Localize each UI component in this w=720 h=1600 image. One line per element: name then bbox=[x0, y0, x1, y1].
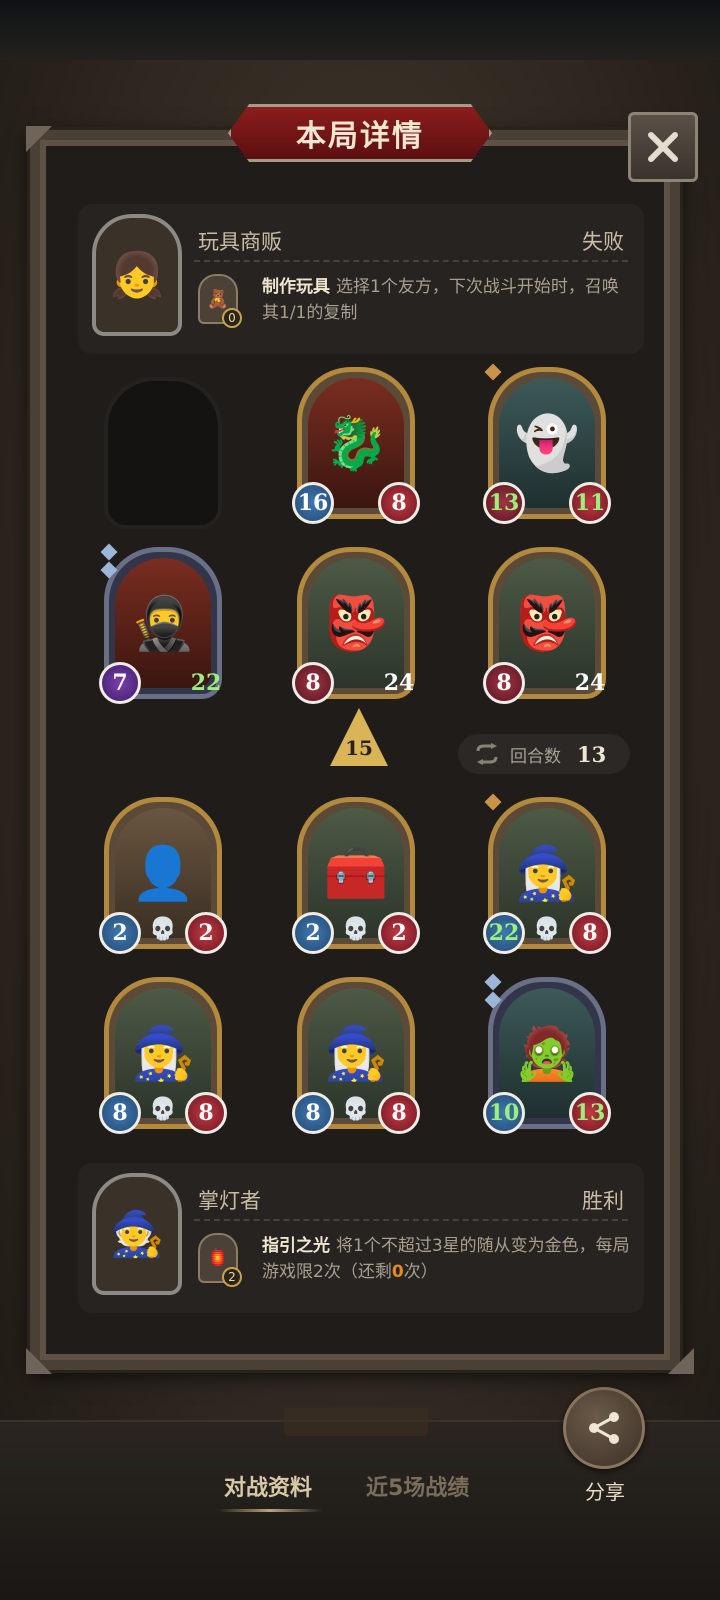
unit-health: 8 bbox=[378, 1092, 420, 1134]
unit-attack: 13 bbox=[483, 482, 525, 524]
player-result: 失败 bbox=[582, 230, 624, 254]
title-banner: 本局详情 bbox=[228, 104, 492, 162]
unit-card[interactable]: 🧙‍♀️ 22 💀 8 bbox=[483, 793, 611, 954]
unit-card[interactable]: 👻 13 11 bbox=[483, 363, 611, 524]
opponent-player-card: 👧 玩具商贩 失败 🧸 0 制作玩具 选择1个友方，下次战斗开始时，召唤其1/1的… bbox=[78, 204, 644, 354]
skill-description: 制作玩具 选择1个友方，下次战斗开始时，召唤其1/1的复制 bbox=[262, 274, 632, 326]
background-button bbox=[284, 1408, 428, 1436]
refresh-icon bbox=[476, 743, 498, 765]
lamplighter-avatar: 🧙 bbox=[92, 1173, 182, 1295]
self-player-card: 🧙 掌灯者 胜利 🏮 2 指引之光 将1个不超过3星的随从变为金色，每局游戏限2次… bbox=[78, 1163, 644, 1313]
unit-health: 24 bbox=[574, 670, 606, 696]
unit-attack: 8 bbox=[292, 662, 334, 704]
tab-recent-records[interactable]: 近5场战绩 bbox=[366, 1470, 469, 1502]
skill-description: 指引之光 将1个不超过3星的随从变为金色，每局游戏限2次（还剩0次） bbox=[262, 1233, 632, 1285]
skull-icon: 💀 bbox=[149, 1097, 177, 1122]
player-name: 玩具商贩 bbox=[198, 230, 282, 254]
share-button[interactable] bbox=[563, 1387, 645, 1469]
divider bbox=[194, 260, 628, 262]
unit-attack: 22 bbox=[483, 912, 525, 954]
toy-skill-icon[interactable]: 🧸 0 bbox=[198, 274, 242, 328]
lantern-icon: 🏮 bbox=[206, 1247, 230, 1269]
unit-attack: 8 bbox=[483, 662, 525, 704]
tab-battle-info[interactable]: 对战资料 bbox=[217, 1470, 323, 1512]
skull-icon: 💀 bbox=[342, 1097, 370, 1122]
unit-attack: 10 bbox=[483, 1092, 525, 1134]
unit-attack: 16 bbox=[292, 482, 334, 524]
skill-uses-badge: 0 bbox=[222, 308, 242, 328]
unit-health: 2 bbox=[185, 912, 227, 954]
player-name: 掌灯者 bbox=[198, 1189, 261, 1213]
toy-vendor-avatar: 👧 bbox=[92, 214, 182, 336]
skill-uses-badge: 2 bbox=[222, 1267, 242, 1287]
remaining-uses: 0 bbox=[391, 1262, 404, 1282]
round-counter: 回合数 13 bbox=[458, 734, 630, 774]
skill-text-end: 次） bbox=[403, 1262, 438, 1282]
page-title: 本局详情 bbox=[296, 119, 424, 154]
unit-card[interactable]: 🐉 16 8 bbox=[292, 367, 420, 524]
unit-health: 22 bbox=[190, 670, 222, 696]
unit-card[interactable]: 🧟 10 13 bbox=[483, 973, 611, 1134]
close-button[interactable] bbox=[628, 112, 698, 182]
unit-card[interactable]: 🥷 7 22 bbox=[99, 543, 222, 704]
tavern-level: 15 bbox=[345, 736, 373, 760]
unit-health: 2 bbox=[378, 912, 420, 954]
share-icon bbox=[589, 1412, 619, 1444]
unit-attack: 8 bbox=[292, 1092, 334, 1134]
unit-health: 8 bbox=[185, 1092, 227, 1134]
skull-icon: 💀 bbox=[342, 917, 370, 942]
unit-health: 8 bbox=[378, 482, 420, 524]
unit-card[interactable]: 🧙‍♀️ 8 💀 8 bbox=[99, 977, 227, 1134]
unit-attack: 8 bbox=[99, 1092, 141, 1134]
unit-health: 8 bbox=[569, 912, 611, 954]
share-label: 分享 bbox=[585, 1480, 625, 1504]
skull-icon: 💀 bbox=[149, 917, 177, 942]
unit-attack: 2 bbox=[292, 912, 334, 954]
unit-card[interactable]: 👺 8 24 bbox=[483, 547, 606, 704]
unit-health: 24 bbox=[383, 670, 415, 696]
unit-card[interactable]: 🧰 2 💀 2 bbox=[292, 797, 420, 954]
unit-attack: 7 bbox=[99, 662, 141, 704]
empty-unit-slot bbox=[104, 377, 222, 529]
unit-card[interactable]: 👤 2 💀 2 bbox=[99, 797, 227, 954]
round-value: 13 bbox=[577, 741, 607, 767]
round-label: 回合数 bbox=[510, 746, 561, 767]
skill-name: 制作玩具 bbox=[262, 277, 330, 297]
skull-icon: 💀 bbox=[533, 917, 561, 942]
unit-health: 13 bbox=[569, 1092, 611, 1134]
unit-attack: 2 bbox=[99, 912, 141, 954]
unit-health: 11 bbox=[569, 482, 611, 524]
player-result: 胜利 bbox=[582, 1189, 624, 1213]
unit-card[interactable]: 🧙‍♀️ 8 💀 8 bbox=[292, 977, 420, 1134]
divider bbox=[194, 1219, 628, 1221]
skill-name: 指引之光 bbox=[262, 1236, 330, 1256]
close-icon bbox=[648, 132, 678, 162]
doll-icon: 🧸 bbox=[206, 288, 230, 310]
unit-card[interactable]: 👺 8 24 bbox=[292, 547, 415, 704]
lantern-skill-icon[interactable]: 🏮 2 bbox=[198, 1233, 242, 1287]
